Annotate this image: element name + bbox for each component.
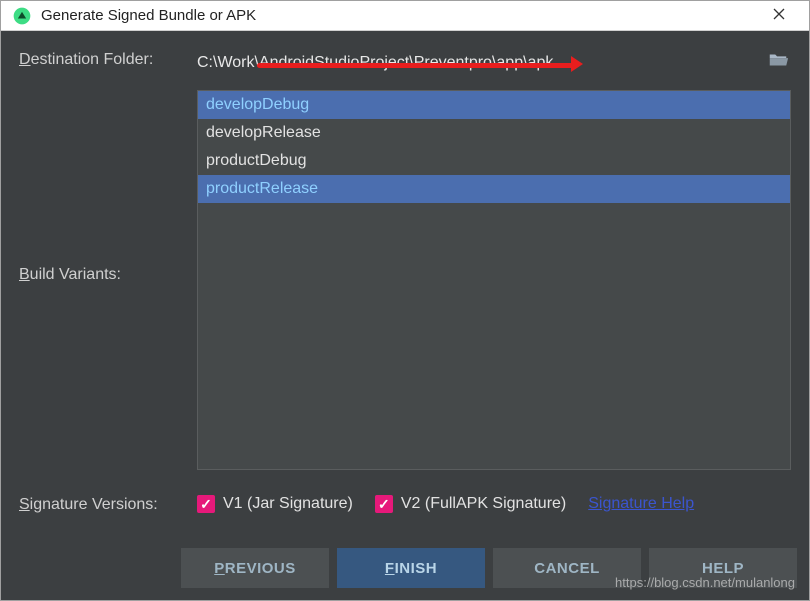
list-item[interactable]: developRelease xyxy=(198,119,790,147)
cancel-button[interactable]: CANCEL xyxy=(493,548,641,588)
destination-row: Destination Folder: C:\Work\AndroidStudi… xyxy=(19,49,791,76)
destination-path[interactable]: C:\Work\AndroidStudioProject\Preventpro\… xyxy=(197,54,767,72)
signature-versions-label: Signature Versions: xyxy=(19,494,197,514)
build-variants-label: Build Variants: xyxy=(19,90,197,284)
previous-button[interactable]: PREVIOUS xyxy=(181,548,329,588)
button-bar: PREVIOUS FINISH CANCEL HELP xyxy=(1,538,809,600)
list-item[interactable]: developDebug xyxy=(198,91,790,119)
help-button[interactable]: HELP xyxy=(649,548,797,588)
destination-path-cell: C:\Work\AndroidStudioProject\Preventpro\… xyxy=(197,49,791,76)
list-item[interactable]: productDebug xyxy=(198,147,790,175)
destination-label: Destination Folder: xyxy=(19,49,197,69)
finish-button[interactable]: FINISH xyxy=(337,548,485,588)
titlebar: Generate Signed Bundle or APK xyxy=(1,1,809,31)
window-title: Generate Signed Bundle or APK xyxy=(41,7,759,24)
list-item[interactable]: productRelease xyxy=(198,175,790,203)
check-icon: ✓ xyxy=(197,495,215,513)
dialog-body: Destination Folder: C:\Work\AndroidStudi… xyxy=(1,31,809,538)
android-studio-logo-icon xyxy=(11,5,33,27)
folder-open-icon[interactable] xyxy=(767,49,791,76)
build-variants-listbox[interactable]: developDebugdevelopReleaseproductDebugpr… xyxy=(197,90,791,470)
dialog-window: Generate Signed Bundle or APK Destinatio… xyxy=(0,0,810,601)
build-variants-row: Build Variants: developDebugdevelopRelea… xyxy=(19,90,791,470)
signature-versions-row: Signature Versions: ✓ V1 (Jar Signature)… xyxy=(19,494,791,514)
close-icon[interactable] xyxy=(759,7,799,24)
v2-full-apk-signature-checkbox[interactable]: ✓ V2 (Full APK Signature) xyxy=(375,495,566,513)
v1-jar-signature-checkbox[interactable]: ✓ V1 (Jar Signature) xyxy=(197,495,353,513)
signature-help-link[interactable]: Signature Help xyxy=(588,495,694,513)
check-icon: ✓ xyxy=(375,495,393,513)
